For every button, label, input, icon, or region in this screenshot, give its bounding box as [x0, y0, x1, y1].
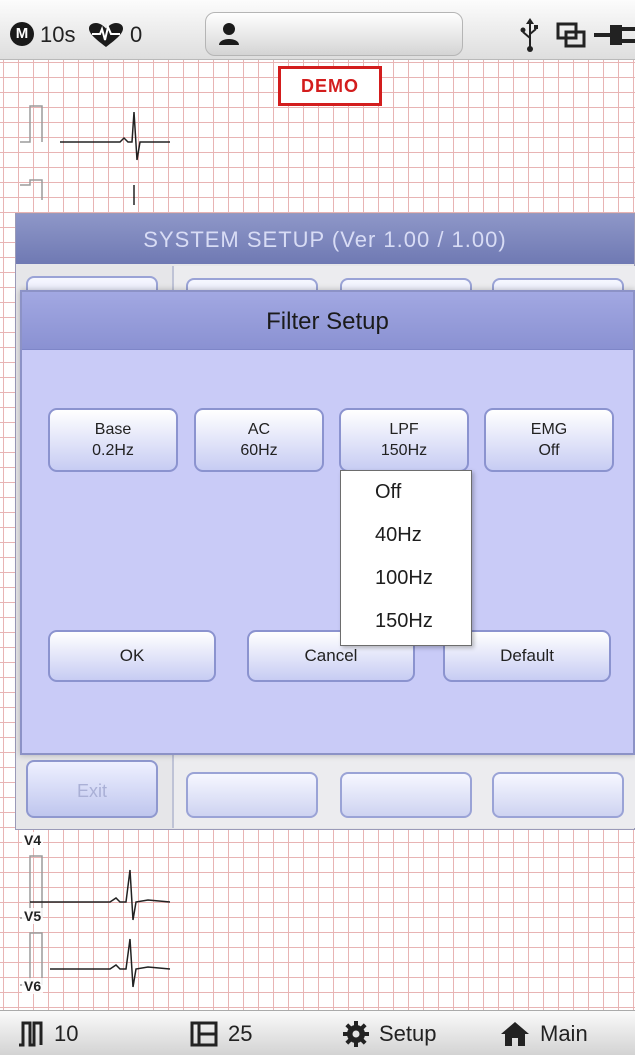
lpf-dropdown-menu: Off 40Hz 100Hz 150Hz [340, 470, 472, 646]
person-icon [219, 23, 239, 45]
speed-icon [19, 1021, 43, 1046]
base-filter-name: Base [94, 421, 132, 438]
status-bar: M 10s 0 [0, 0, 635, 60]
emg-filter-button[interactable]: EMG Off [484, 408, 614, 472]
ac-filter-value: 60Hz [240, 442, 278, 459]
demo-label: DEMO [278, 66, 382, 106]
gain-button[interactable]: 25 [190, 1011, 252, 1055]
setup-label: Setup [379, 1020, 437, 1046]
lpf-option-40hz[interactable]: 40Hz [341, 514, 471, 557]
home-icon [501, 1021, 529, 1046]
patient-info-button[interactable] [205, 12, 463, 56]
lpf-option-150hz[interactable]: 150Hz [341, 600, 471, 643]
main-button[interactable]: Main [500, 1011, 588, 1055]
system-setup-title: SYSTEM SETUP (Ver 1.00 / 1.00) [16, 214, 634, 264]
heart-rate-value: 0 [130, 22, 143, 47]
system-setup-option-button[interactable] [340, 772, 472, 818]
gear-icon [343, 1020, 369, 1047]
setup-button[interactable]: Setup [343, 1011, 437, 1055]
main-label: Main [540, 1020, 588, 1046]
heart-icon [89, 23, 123, 47]
ac-filter-name: AC [247, 421, 271, 438]
lead-label-v5: V5 [22, 908, 44, 924]
bottom-bar: 10 25 Setup Main [0, 1010, 635, 1055]
ecg-trace [20, 179, 135, 205]
lpf-filter-name: LPF [389, 421, 419, 438]
mode-icon: M [10, 22, 34, 46]
exit-button[interactable]: Exit [26, 760, 158, 818]
system-setup-option-button[interactable] [492, 772, 624, 818]
ok-button[interactable]: OK [48, 630, 216, 682]
ecg-trace [20, 932, 171, 988]
speed-button[interactable]: 10 [18, 1011, 78, 1055]
emg-filter-value: Off [538, 442, 560, 459]
usb-icon [520, 18, 538, 52]
duration-value: 10s [40, 22, 76, 47]
lead-label-v6: V6 [22, 978, 44, 994]
lpf-option-100hz[interactable]: 100Hz [341, 557, 471, 600]
lead-label-v4: V4 [22, 832, 44, 848]
lpf-filter-value: 150Hz [380, 442, 428, 459]
system-setup-option-button[interactable] [186, 772, 318, 818]
emg-filter-name: EMG [530, 421, 568, 438]
base-filter-button[interactable]: Base 0.2Hz [48, 408, 178, 472]
lpf-option-off[interactable]: Off [341, 471, 471, 514]
gain-icon [190, 1021, 218, 1046]
ac-power-icon [594, 25, 635, 45]
network-icon [556, 22, 586, 48]
filter-setup-dialog: Filter Setup Base 0.2Hz AC 60Hz LPF 150H… [20, 290, 635, 755]
speed-value: 10 [54, 1020, 79, 1046]
lpf-filter-button[interactable]: LPF 150Hz [339, 408, 469, 472]
base-filter-value: 0.2Hz [92, 442, 134, 459]
filter-setup-title: Filter Setup [22, 292, 633, 350]
ac-filter-button[interactable]: AC 60Hz [194, 408, 324, 472]
gain-value: 25 [228, 1020, 253, 1046]
